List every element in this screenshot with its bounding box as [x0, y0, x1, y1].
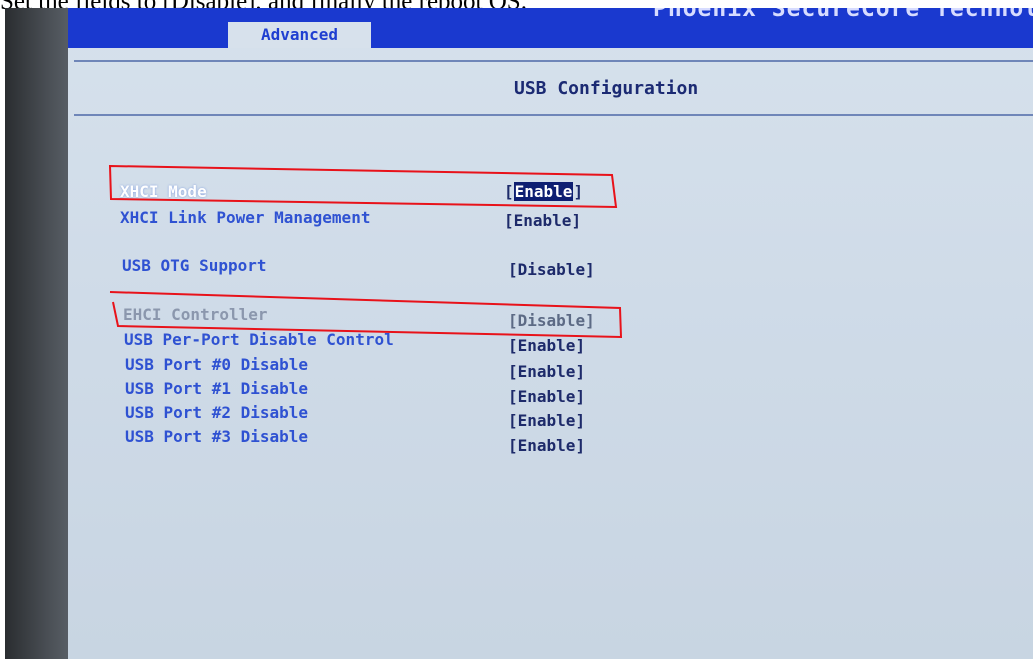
- value-usb-port-1-disable[interactable]: [Enable]: [508, 387, 585, 406]
- value-text: Enable: [517, 436, 576, 455]
- photo: Set the fields to [Disable], and finally…: [0, 0, 1033, 659]
- value-usb-port-0-disable[interactable]: [Enable]: [508, 362, 585, 381]
- value-usb-per-port-disable-control[interactable]: [Enable]: [508, 336, 585, 355]
- monitor-bezel-edge: [5, 8, 77, 659]
- value-xhci-link-power-management[interactable]: [Enable]: [504, 211, 581, 230]
- setting-xhci-link-power-management[interactable]: XHCI Link Power Management: [120, 208, 370, 227]
- value-usb-otg-support[interactable]: [Disable]: [508, 260, 595, 279]
- value-text: Enable: [517, 362, 576, 381]
- selected-value[interactable]: Enable: [513, 182, 574, 201]
- bios-screen: Phoenix SecureCore Technology Advanced U…: [68, 8, 1033, 659]
- value-text: Enable: [517, 387, 576, 406]
- setting-ehci-controller: EHCI Controller: [123, 305, 268, 324]
- setting-usb-port-3-disable[interactable]: USB Port #3 Disable: [125, 427, 308, 446]
- setting-usb-port-0-disable[interactable]: USB Port #0 Disable: [125, 355, 308, 374]
- value-text: Disable: [517, 260, 586, 279]
- value-usb-port-2-disable[interactable]: [Enable]: [508, 411, 585, 430]
- bios-brand: Phoenix SecureCore Technology: [653, 8, 1033, 22]
- bios-menu-bar: Phoenix SecureCore Technology Advanced: [68, 8, 1033, 48]
- setting-usb-per-port-disable-control[interactable]: USB Per-Port Disable Control: [124, 330, 394, 349]
- setting-usb-port-2-disable[interactable]: USB Port #2 Disable: [125, 403, 308, 422]
- value-ehci-controller: [Disable]: [508, 311, 595, 330]
- value-text: Enable: [517, 336, 576, 355]
- value-text: Enable: [517, 411, 576, 430]
- value-usb-port-3-disable[interactable]: [Enable]: [508, 436, 585, 455]
- value-text: Disable: [517, 311, 586, 330]
- divider: [74, 60, 1033, 62]
- setting-usb-otg-support[interactable]: USB OTG Support: [122, 256, 267, 275]
- setting-usb-port-1-disable[interactable]: USB Port #1 Disable: [125, 379, 308, 398]
- tab-advanced[interactable]: Advanced: [228, 22, 371, 48]
- value-xhci-mode[interactable]: [Enable]: [504, 182, 583, 201]
- setting-xhci-mode[interactable]: XHCI Mode: [120, 182, 207, 201]
- value-text: Enable: [513, 211, 572, 230]
- page-title: USB Configuration: [514, 78, 699, 99]
- divider: [74, 114, 1033, 116]
